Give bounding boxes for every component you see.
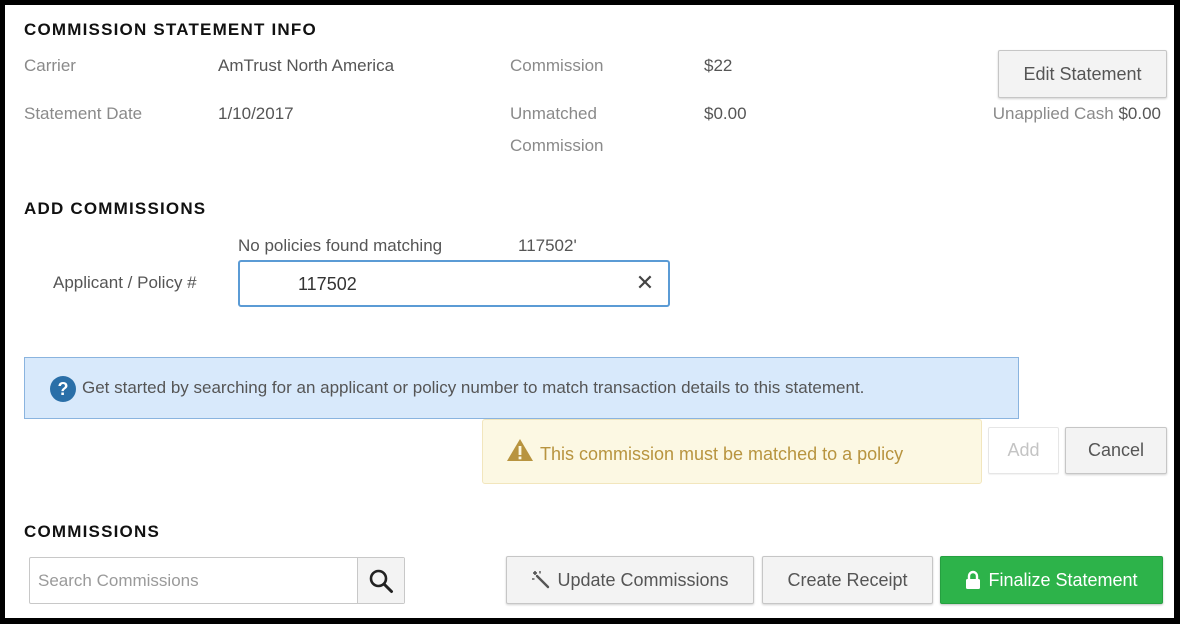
app-frame: COMMISSION STATEMENT INFO Carrier AmTrus… — [0, 0, 1180, 624]
warning-message: This commission must be matched to a pol… — [540, 444, 904, 464]
edit-statement-button[interactable]: Edit Statement — [998, 50, 1167, 98]
add-commissions-title: ADD COMMISSIONS — [24, 199, 207, 218]
create-receipt-button[interactable]: Create Receipt — [762, 556, 933, 604]
commission-value: $22 — [704, 56, 733, 75]
question-circle-icon: ? — [49, 375, 77, 403]
commission-label: Commission — [510, 56, 604, 75]
no-results-text: No policies found matching — [238, 236, 443, 255]
statement-date-label: Statement Date — [24, 104, 143, 123]
add-button[interactable]: Add — [988, 427, 1059, 474]
commissions-search-input[interactable] — [38, 567, 356, 595]
search-icon — [369, 569, 393, 593]
carrier-value: AmTrust North America — [218, 56, 395, 75]
svg-text:?: ? — [58, 379, 69, 399]
finalize-statement-label: Finalize Statement — [988, 569, 1138, 590]
policy-field-label: Applicant / Policy # — [53, 273, 197, 292]
statement-date-value: 1/10/2017 — [218, 104, 294, 123]
carrier-label: Carrier — [24, 56, 76, 75]
info-alert: ? Get started by searching for an applic… — [24, 357, 1019, 419]
unapplied-cash-label: Unapplied Cash — [992, 104, 1114, 123]
unmatched-commission-label-line1: Unmatched — [510, 104, 597, 123]
commissions-search-field — [29, 557, 405, 604]
commissions-title: COMMISSIONS — [24, 522, 160, 541]
unmatched-commission-label-line2: Commission — [510, 136, 604, 155]
warning-alert: This commission must be matched to a pol… — [482, 419, 982, 484]
unmatched-commission-value: $0.00 — [704, 104, 747, 123]
search-button[interactable] — [357, 558, 404, 603]
magic-wand-icon — [532, 571, 550, 589]
statement-info-title: COMMISSION STATEMENT INFO — [24, 20, 317, 39]
unapplied-cash: Unapplied Cash $0.00 — [993, 104, 1161, 124]
close-icon[interactable]: ✕ — [634, 271, 656, 295]
cancel-button[interactable]: Cancel — [1065, 427, 1167, 474]
update-commissions-button[interactable]: Update Commissions — [506, 556, 754, 604]
policy-search-input[interactable] — [298, 270, 618, 298]
update-commissions-label: Update Commissions — [557, 569, 729, 590]
finalize-statement-button[interactable]: Finalize Statement — [940, 556, 1163, 604]
info-message: Get started by searching for an applican… — [82, 378, 865, 397]
policy-search-field: ✕ — [238, 260, 670, 307]
no-results-query: 117502' — [518, 236, 577, 255]
lock-icon — [966, 570, 981, 589]
unapplied-cash-value: $0.00 — [1118, 104, 1161, 123]
warning-triangle-icon — [506, 437, 534, 463]
